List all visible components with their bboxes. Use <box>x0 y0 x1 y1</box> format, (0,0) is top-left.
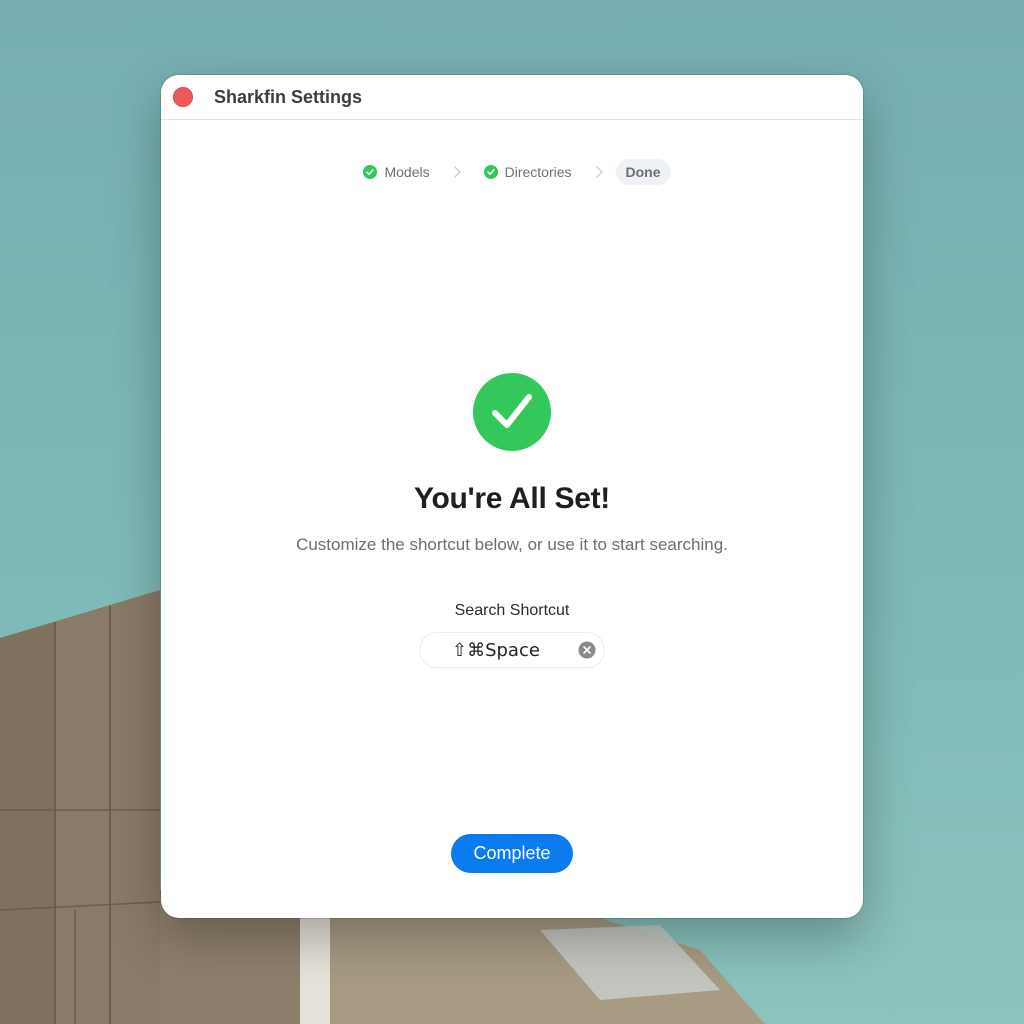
step-label: Models <box>384 164 430 180</box>
success-checkmark-icon <box>473 373 551 451</box>
setup-steps: Models Directories Done <box>161 159 863 185</box>
checkmark-circle-icon <box>363 165 378 179</box>
desktop: Sharkfin Settings Models Directories Don… <box>0 0 1024 1024</box>
close-button[interactable] <box>173 87 193 107</box>
shortcut-value: ⇧⌘Space <box>452 640 540 661</box>
title-bar: Sharkfin Settings <box>161 75 863 120</box>
shortcut-recorder-field[interactable]: ⇧⌘Space <box>420 633 604 667</box>
complete-button[interactable]: Complete <box>451 834 573 873</box>
settings-window: Sharkfin Settings Models Directories Don… <box>161 75 863 918</box>
step-label: Directories <box>504 164 572 180</box>
completion-heading: You're All Set! <box>414 482 610 515</box>
chevron-right-icon <box>453 166 461 178</box>
shortcut-label: Search Shortcut <box>454 602 570 619</box>
completion-subtitle: Customize the shortcut below, or use it … <box>296 535 728 554</box>
clear-icon[interactable] <box>578 641 596 659</box>
step-models: Models <box>353 159 439 185</box>
step-directories: Directories <box>474 159 582 185</box>
window-title: Sharkfin Settings <box>214 87 363 107</box>
checkmark-circle-icon <box>483 165 498 179</box>
step-done: Done <box>615 159 671 185</box>
step-label: Done <box>625 164 661 180</box>
chevron-right-icon <box>595 166 603 178</box>
